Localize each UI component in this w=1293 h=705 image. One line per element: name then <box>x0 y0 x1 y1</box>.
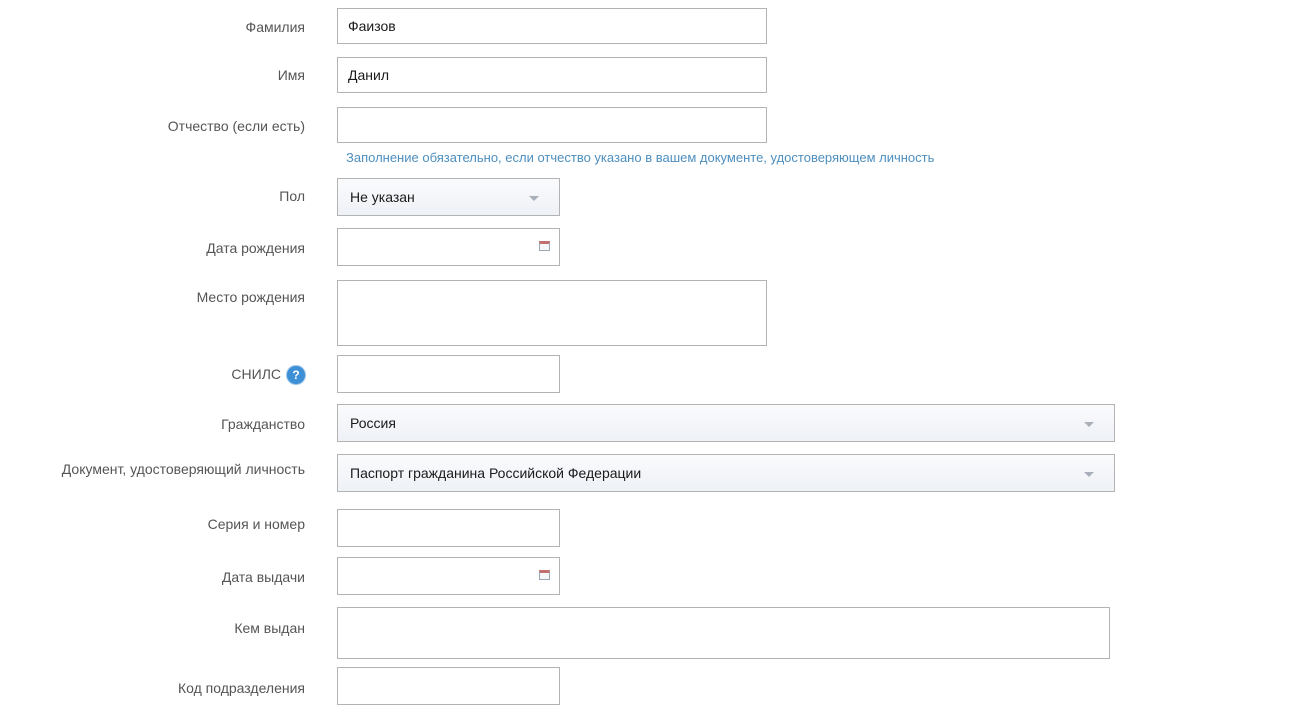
surname-input[interactable] <box>337 8 767 44</box>
patronymic-input[interactable] <box>337 107 767 143</box>
chevron-down-icon <box>529 196 539 201</box>
series-number-label: Серия и номер <box>207 516 305 532</box>
name-input[interactable] <box>337 57 767 93</box>
series-number-input[interactable] <box>337 509 560 547</box>
birth-place-textarea[interactable] <box>337 280 767 346</box>
id-document-selected-value: Паспорт гражданина Российской Федерации <box>350 465 642 481</box>
name-label: Имя <box>277 67 305 83</box>
snils-label-group: СНИЛС? <box>231 364 305 385</box>
issue-date-field[interactable] <box>337 557 560 595</box>
division-code-label: Код подразделения <box>177 680 305 696</box>
gender-select[interactable]: Не указан <box>337 178 560 216</box>
id-document-label: Документ, удостоверяющий личность <box>61 461 305 477</box>
calendar-icon[interactable] <box>539 241 550 251</box>
issue-date-input[interactable] <box>337 557 560 595</box>
issued-by-textarea[interactable] <box>337 607 1110 659</box>
snils-label: СНИЛС <box>231 366 281 382</box>
gender-label: Пол <box>279 188 305 204</box>
patronymic-label: Отчество (если есть) <box>167 118 305 134</box>
birth-date-input[interactable] <box>337 228 560 266</box>
id-document-select[interactable]: Паспорт гражданина Российской Федерации <box>337 454 1115 492</box>
division-code-input[interactable] <box>337 667 560 705</box>
surname-label: Фамилия <box>245 19 305 35</box>
chevron-down-icon <box>1084 472 1094 477</box>
issue-date-label: Дата выдачи <box>221 569 305 585</box>
citizenship-selected-value: Россия <box>350 415 396 431</box>
calendar-icon[interactable] <box>539 570 550 580</box>
issued-by-label: Кем выдан <box>234 620 305 636</box>
help-circle-icon[interactable]: ? <box>287 366 305 385</box>
chevron-down-icon <box>1084 422 1094 427</box>
citizenship-select[interactable]: Россия <box>337 404 1115 442</box>
birth-date-field[interactable] <box>337 228 560 266</box>
gender-selected-value: Не указан <box>350 189 415 205</box>
patronymic-hint: Заполнение обязательно, если отчество ук… <box>346 150 935 165</box>
snils-input[interactable] <box>337 355 560 393</box>
birth-place-label: Место рождения <box>196 289 305 305</box>
citizenship-label: Гражданство <box>221 416 305 432</box>
birth-date-label: Дата рождения <box>206 240 305 256</box>
